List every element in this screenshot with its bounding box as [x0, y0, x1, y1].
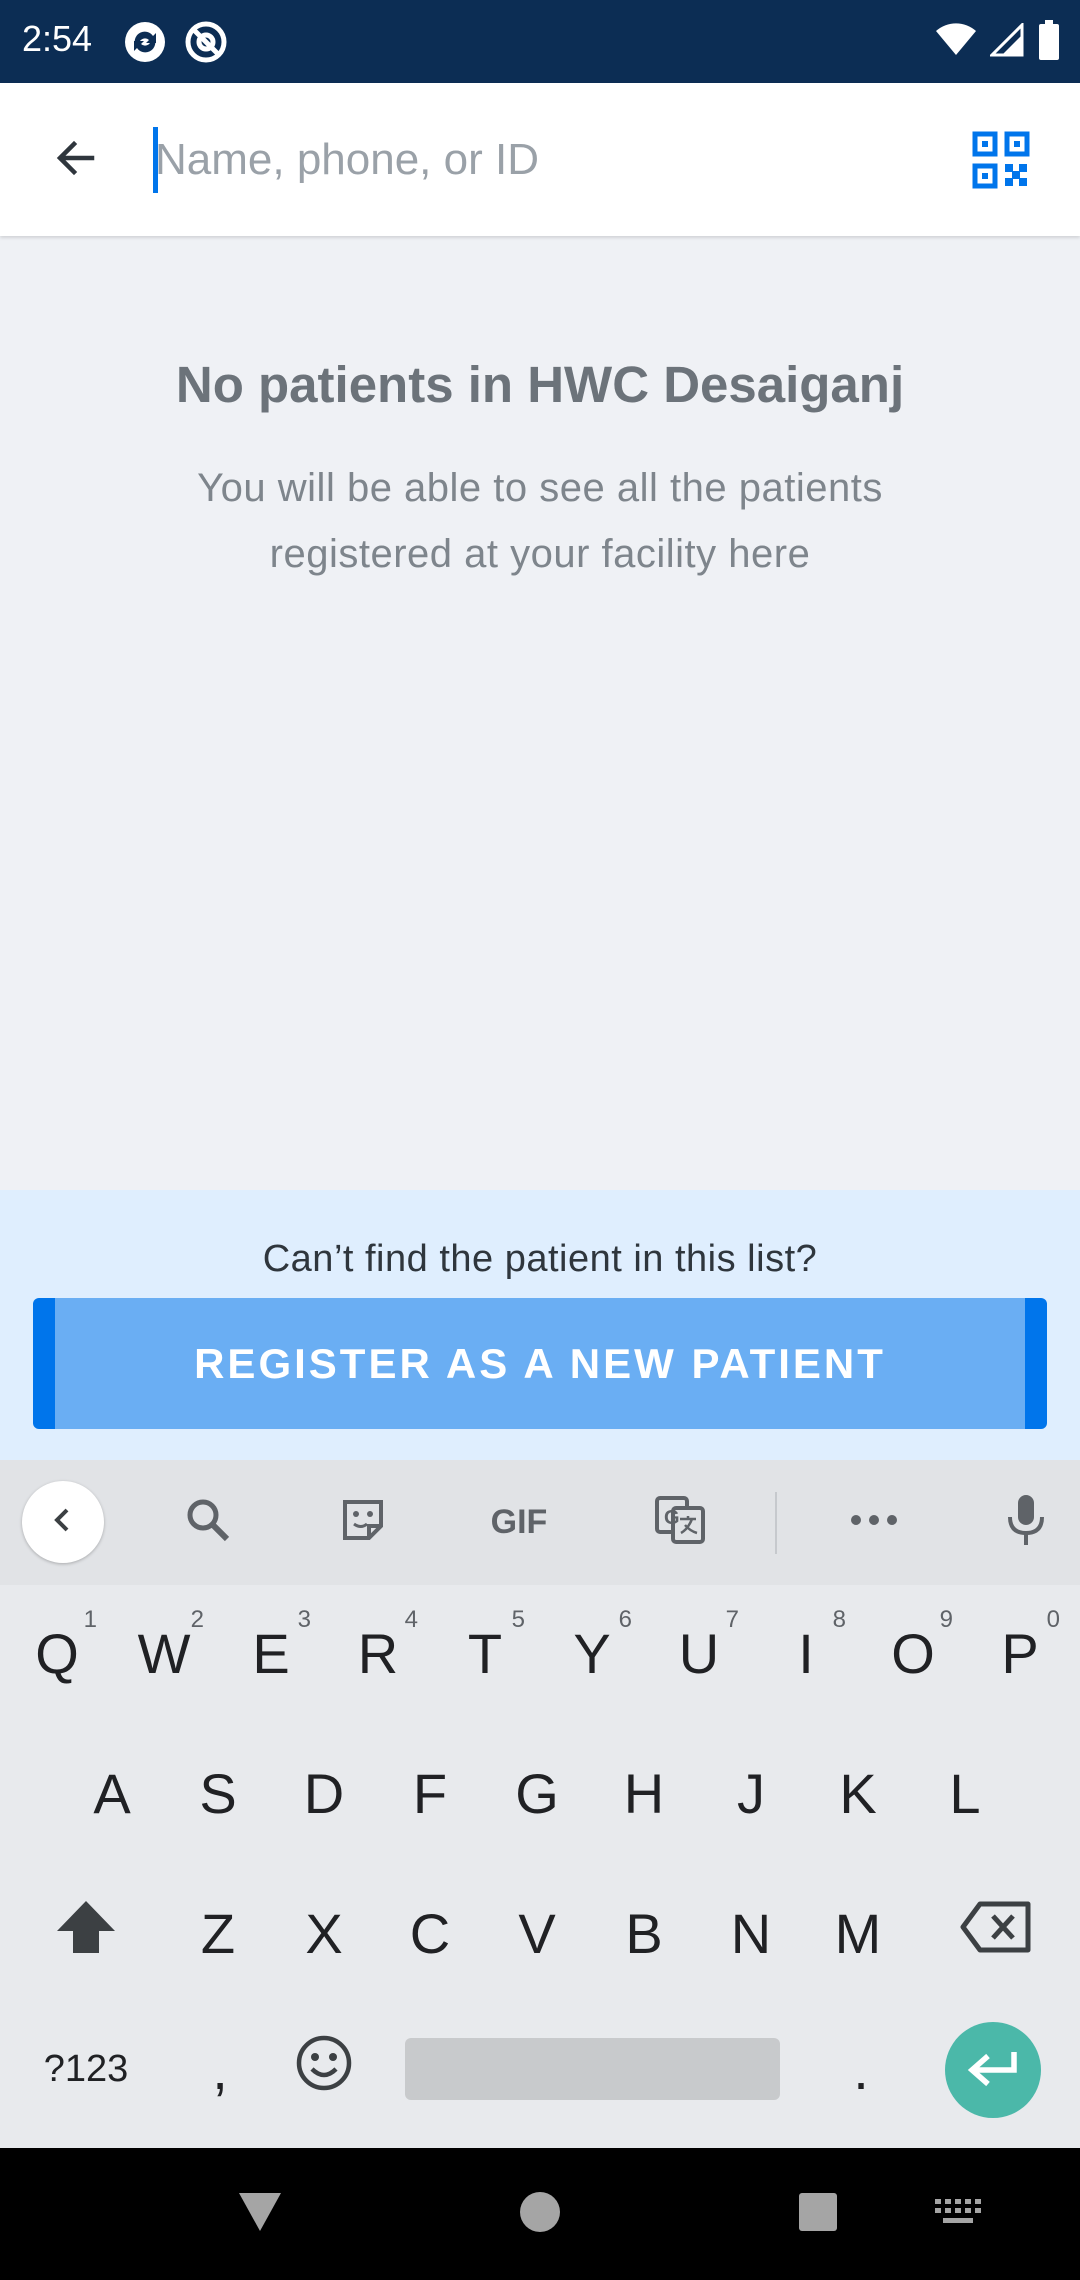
key-p[interactable]: P0 — [972, 1598, 1068, 1708]
status-time: 2:54 — [22, 18, 93, 59]
key-w[interactable]: W2 — [116, 1598, 212, 1708]
qr-code-icon — [972, 131, 1030, 193]
key-t[interactable]: T5 — [437, 1598, 533, 1708]
key-c[interactable]: C — [382, 1878, 478, 1988]
symbols-key[interactable]: ?123 — [20, 2014, 152, 2124]
gif-icon: GIF — [490, 1502, 548, 1541]
status-indicators — [936, 19, 1060, 65]
emoji-icon — [295, 2034, 353, 2105]
key-g[interactable]: G — [489, 1738, 585, 1848]
period-key[interactable]: . — [813, 2014, 909, 2124]
search-icon — [183, 1495, 233, 1550]
key-f[interactable]: F — [382, 1738, 478, 1848]
space-key[interactable] — [405, 2038, 780, 2100]
translate-icon: G — [654, 1495, 706, 1550]
keyboard-toolbar: GIF G — [0, 1460, 1080, 1585]
sticker-icon — [339, 1496, 387, 1549]
key-o[interactable]: O9 — [865, 1598, 961, 1708]
at-sign-app-icon — [184, 20, 228, 64]
system-nav-bar — [0, 2148, 1080, 2280]
key-a[interactable]: A — [64, 1738, 160, 1848]
comma-key[interactable]: , — [172, 2014, 268, 2124]
soft-keyboard: GIF G Q1 W2 E3 R4 T5 Y6 U7 I8 O9 P0 A S … — [0, 1460, 1080, 2148]
backspace-key[interactable] — [944, 1878, 1048, 1988]
key-s[interactable]: S — [170, 1738, 266, 1848]
chevron-left-icon — [48, 1505, 78, 1540]
key-i[interactable]: I8 — [758, 1598, 854, 1708]
shift-key[interactable] — [38, 1878, 134, 1988]
home-circle-icon — [518, 2190, 562, 2239]
search-input[interactable] — [155, 127, 935, 193]
key-l[interactable]: L — [917, 1738, 1013, 1848]
key-v[interactable]: V — [489, 1878, 585, 1988]
key-e[interactable]: E3 — [223, 1598, 319, 1708]
key-r[interactable]: R4 — [330, 1598, 426, 1708]
key-h[interactable]: H — [596, 1738, 692, 1848]
keyboard-switch-icon — [933, 2197, 983, 2232]
key-n[interactable]: N — [703, 1878, 799, 1988]
nav-keyboard-button[interactable] — [928, 2186, 988, 2242]
toolbar-sticker-button[interactable] — [323, 1482, 403, 1562]
emoji-key[interactable] — [276, 2014, 372, 2124]
nav-recents-button[interactable] — [790, 2186, 846, 2242]
battery-icon — [1038, 19, 1060, 65]
back-triangle-icon — [237, 2191, 283, 2238]
search-header — [0, 83, 1080, 236]
wifi-icon — [936, 22, 976, 62]
empty-state-title: No patients in HWC Desaiganj — [175, 356, 905, 413]
key-q[interactable]: Q1 — [9, 1598, 105, 1708]
toolbar-more-button[interactable] — [834, 1482, 914, 1562]
register-new-patient-button[interactable]: REGISTER AS A NEW PATIENT — [33, 1298, 1047, 1429]
key-x[interactable]: X — [276, 1878, 372, 1988]
status-bar: 2:54 — [0, 0, 1080, 83]
empty-state-description: You will be able to see all the patients… — [197, 466, 883, 576]
more-horiz-icon — [849, 1513, 899, 1532]
sync-app-icon — [123, 20, 167, 64]
key-d[interactable]: D — [276, 1738, 372, 1848]
toolbar-divider — [775, 1492, 777, 1554]
svg-text:G: G — [664, 1507, 680, 1529]
toolbar-translate-button[interactable]: G — [640, 1482, 720, 1562]
key-u[interactable]: U7 — [651, 1598, 747, 1708]
signal-icon — [988, 20, 1024, 62]
toolbar-mic-button[interactable] — [986, 1482, 1066, 1562]
nav-back-button[interactable] — [232, 2186, 288, 2242]
toolbar-collapse-button[interactable] — [22, 1481, 104, 1563]
toolbar-gif-button[interactable]: GIF — [479, 1482, 559, 1562]
back-button[interactable] — [40, 124, 112, 196]
register-panel: Can’t find the patient in this list? REG… — [0, 1190, 1080, 1460]
shift-icon — [55, 1899, 117, 1968]
enter-arrow-icon — [966, 2048, 1020, 2093]
register-prompt: Can’t find the patient in this list? — [262, 1238, 818, 1280]
toolbar-search-button[interactable] — [168, 1482, 248, 1562]
arrow-back-icon — [52, 134, 100, 187]
key-y[interactable]: Y6 — [544, 1598, 640, 1708]
key-j[interactable]: J — [703, 1738, 799, 1848]
key-z[interactable]: Z — [170, 1878, 266, 1988]
enter-key[interactable] — [945, 2022, 1041, 2118]
key-m[interactable]: M — [810, 1878, 906, 1988]
backspace-icon — [960, 1901, 1032, 1966]
key-b[interactable]: B — [596, 1878, 692, 1988]
mic-icon — [1006, 1493, 1046, 1552]
recents-square-icon — [797, 2191, 839, 2238]
scan-qr-button[interactable] — [972, 131, 1030, 189]
key-k[interactable]: K — [810, 1738, 906, 1848]
nav-home-button[interactable] — [512, 2186, 568, 2242]
